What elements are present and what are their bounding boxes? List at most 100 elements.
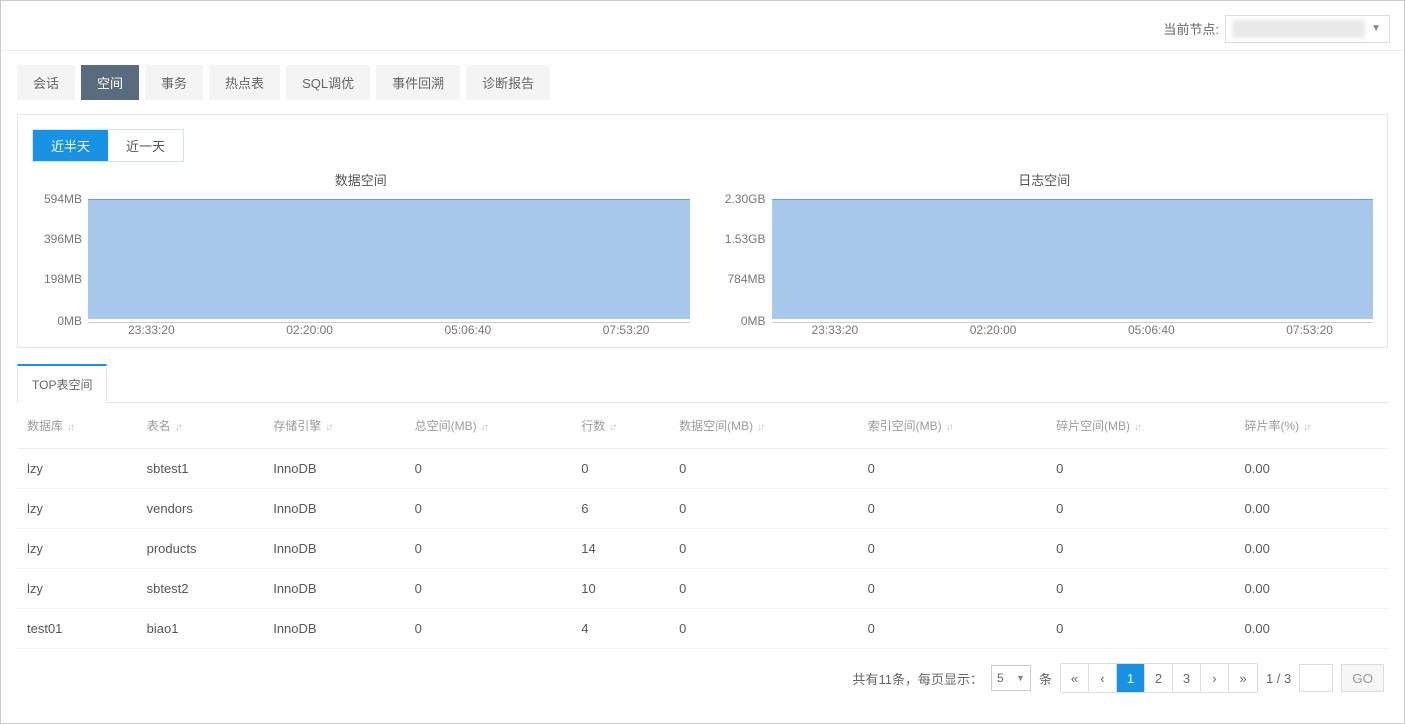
tab-space[interactable]: 空间 — [81, 65, 139, 100]
tab-sql-tuning[interactable]: SQL调优 — [286, 65, 370, 100]
sort-icon: ↓↑ — [946, 422, 952, 433]
table-row[interactable]: test01biao1InnoDB040000.00 — [17, 609, 1388, 649]
pager-summary: 共有11条，每页显示： — [852, 669, 983, 688]
chevron-down-icon: ▼ — [1016, 673, 1025, 683]
col-label: 存储引擎 — [273, 419, 321, 433]
table-row[interactable]: lzysbtest2InnoDB0100000.00 — [17, 569, 1388, 609]
col-total-space[interactable]: 总空间(MB)↓↑ — [405, 403, 572, 449]
page-size-select[interactable]: 5 ▼ — [991, 665, 1031, 691]
cell-total: 0 — [405, 449, 572, 489]
sub-tabs: TOP表空间 — [17, 364, 1388, 403]
x-tick: 23:33:20 — [812, 323, 859, 345]
col-label: 数据库 — [27, 419, 63, 433]
cell-idx: 0 — [858, 449, 1046, 489]
node-select[interactable]: ▼ — [1225, 15, 1390, 43]
y-tick: 2.30GB — [725, 192, 766, 206]
col-table[interactable]: 表名↓↑ — [137, 403, 264, 449]
page-prev[interactable]: ‹ — [1089, 664, 1117, 692]
cell-rows: 0 — [571, 449, 669, 489]
page-go-button[interactable]: GO — [1341, 664, 1384, 692]
cell-idx: 0 — [858, 609, 1046, 649]
y-tick: 1.53GB — [725, 232, 766, 246]
col-frag-rate[interactable]: 碎片率(%)↓↑ — [1235, 403, 1388, 449]
current-node-label: 当前节点: — [1163, 19, 1219, 38]
table-header-row: 数据库↓↑ 表名↓↑ 存储引擎↓↑ 总空间(MB)↓↑ 行数↓↑ 数据空间(MB… — [17, 403, 1388, 449]
x-axis: 23:33:20 02:20:00 05:06:40 07:53:20 — [88, 323, 690, 345]
tab-session[interactable]: 会话 — [17, 65, 75, 100]
plot-area[interactable]: 23:33:20 02:20:00 05:06:40 07:53:20 — [88, 195, 690, 345]
y-tick: 0MB — [57, 314, 82, 328]
cell-rate: 0.00 — [1235, 449, 1388, 489]
range-one-day[interactable]: 近一天 — [108, 130, 183, 161]
col-engine[interactable]: 存储引擎 ↓↑ — [263, 403, 404, 449]
pager-total: 11 — [878, 672, 892, 687]
page-goto-input[interactable] — [1299, 664, 1333, 692]
cell-db: lzy — [17, 529, 137, 569]
cell-total: 0 — [405, 569, 572, 609]
sort-icon: ↓↑ — [481, 422, 487, 433]
y-tick: 0MB — [741, 314, 766, 328]
y-axis: 2.30GB 1.53GB 784MB 0MB — [716, 195, 772, 345]
plot-area[interactable]: 23:33:20 02:20:00 05:06:40 07:53:20 — [772, 195, 1374, 345]
tab-transaction[interactable]: 事务 — [145, 65, 203, 100]
cell-frag: 0 — [1046, 569, 1234, 609]
chart-title: 数据空间 — [32, 170, 690, 189]
cell-data: 0 — [669, 449, 857, 489]
cell-data: 0 — [669, 489, 857, 529]
sort-icon: ↓↑ — [325, 422, 331, 433]
tab-hot-table[interactable]: 热点表 — [209, 65, 280, 100]
page-first[interactable]: « — [1061, 664, 1089, 692]
col-label: 数据空间(MB) — [679, 419, 753, 433]
cell-idx: 0 — [858, 569, 1046, 609]
page-last[interactable]: » — [1229, 664, 1257, 692]
table-row[interactable]: lzysbtest1InnoDB000000.00 — [17, 449, 1388, 489]
col-rows[interactable]: 行数↓↑ — [571, 403, 669, 449]
col-frag-space[interactable]: 碎片空间(MB)↓↑ — [1046, 403, 1234, 449]
x-tick: 02:20:00 — [970, 323, 1017, 345]
page-size-value: 5 — [997, 671, 1004, 685]
cell-db: test01 — [17, 609, 137, 649]
page-next[interactable]: › — [1201, 664, 1229, 692]
cell-table: products — [137, 529, 264, 569]
top-bar: 当前节点: ▼ — [1, 1, 1404, 51]
cell-rows: 6 — [571, 489, 669, 529]
table-top-space: 数据库↓↑ 表名↓↑ 存储引擎↓↑ 总空间(MB)↓↑ 行数↓↑ 数据空间(MB… — [17, 403, 1388, 649]
col-index-space[interactable]: 索引空间(MB)↓↑ — [858, 403, 1046, 449]
y-tick: 198MB — [44, 272, 82, 286]
node-select-value — [1232, 20, 1365, 38]
sort-icon: ↓↑ — [67, 422, 73, 433]
tab-top-table-space[interactable]: TOP表空间 — [17, 364, 107, 403]
cell-table: sbtest1 — [137, 449, 264, 489]
col-db[interactable]: 数据库 ↓↑ — [17, 403, 137, 449]
sort-icon: ↓↑ — [757, 422, 763, 433]
cell-total: 0 — [405, 609, 572, 649]
cell-rate: 0.00 — [1235, 529, 1388, 569]
table-row[interactable]: lzyvendorsInnoDB060000.00 — [17, 489, 1388, 529]
page-number[interactable]: 3 — [1173, 664, 1201, 692]
y-tick: 396MB — [44, 232, 82, 246]
page-number[interactable]: 2 — [1145, 664, 1173, 692]
area-fill — [772, 199, 1374, 319]
col-label: 碎片率(%) — [1245, 419, 1300, 433]
chevron-down-icon: ▼ — [1371, 16, 1381, 42]
time-range-toggle: 近半天 近一天 — [32, 129, 184, 162]
range-half-day[interactable]: 近半天 — [33, 130, 108, 161]
page-number[interactable]: 1 — [1117, 664, 1145, 692]
sort-icon: ↓↑ — [1303, 422, 1309, 433]
table-row[interactable]: lzyproductsInnoDB0140000.00 — [17, 529, 1388, 569]
charts-container: 数据空间 594MB 396MB 198MB 0MB 23:33:20 — [32, 170, 1373, 345]
page-list: « ‹ 1 2 3 › » — [1060, 663, 1258, 693]
table-body: lzysbtest1InnoDB000000.00lzyvendorsInnoD… — [17, 449, 1388, 649]
tab-diagnosis-report[interactable]: 诊断报告 — [466, 65, 550, 100]
chart-panel: 近半天 近一天 数据空间 594MB 396MB 198MB 0MB — [17, 114, 1388, 348]
col-label: 表名 — [147, 419, 171, 433]
pager: 共有11条，每页显示： 5 ▼ 条 « ‹ 1 2 3 › » 1 / 3 GO — [1, 649, 1404, 707]
col-data-space[interactable]: 数据空间(MB) ↓↑ — [669, 403, 857, 449]
cell-frag: 0 — [1046, 529, 1234, 569]
cell-table: biao1 — [137, 609, 264, 649]
cell-engine: InnoDB — [263, 489, 404, 529]
tab-event-trace[interactable]: 事件回溯 — [376, 65, 460, 100]
cell-total: 0 — [405, 489, 572, 529]
cell-rows: 4 — [571, 609, 669, 649]
col-label: 碎片空间(MB) — [1056, 419, 1130, 433]
